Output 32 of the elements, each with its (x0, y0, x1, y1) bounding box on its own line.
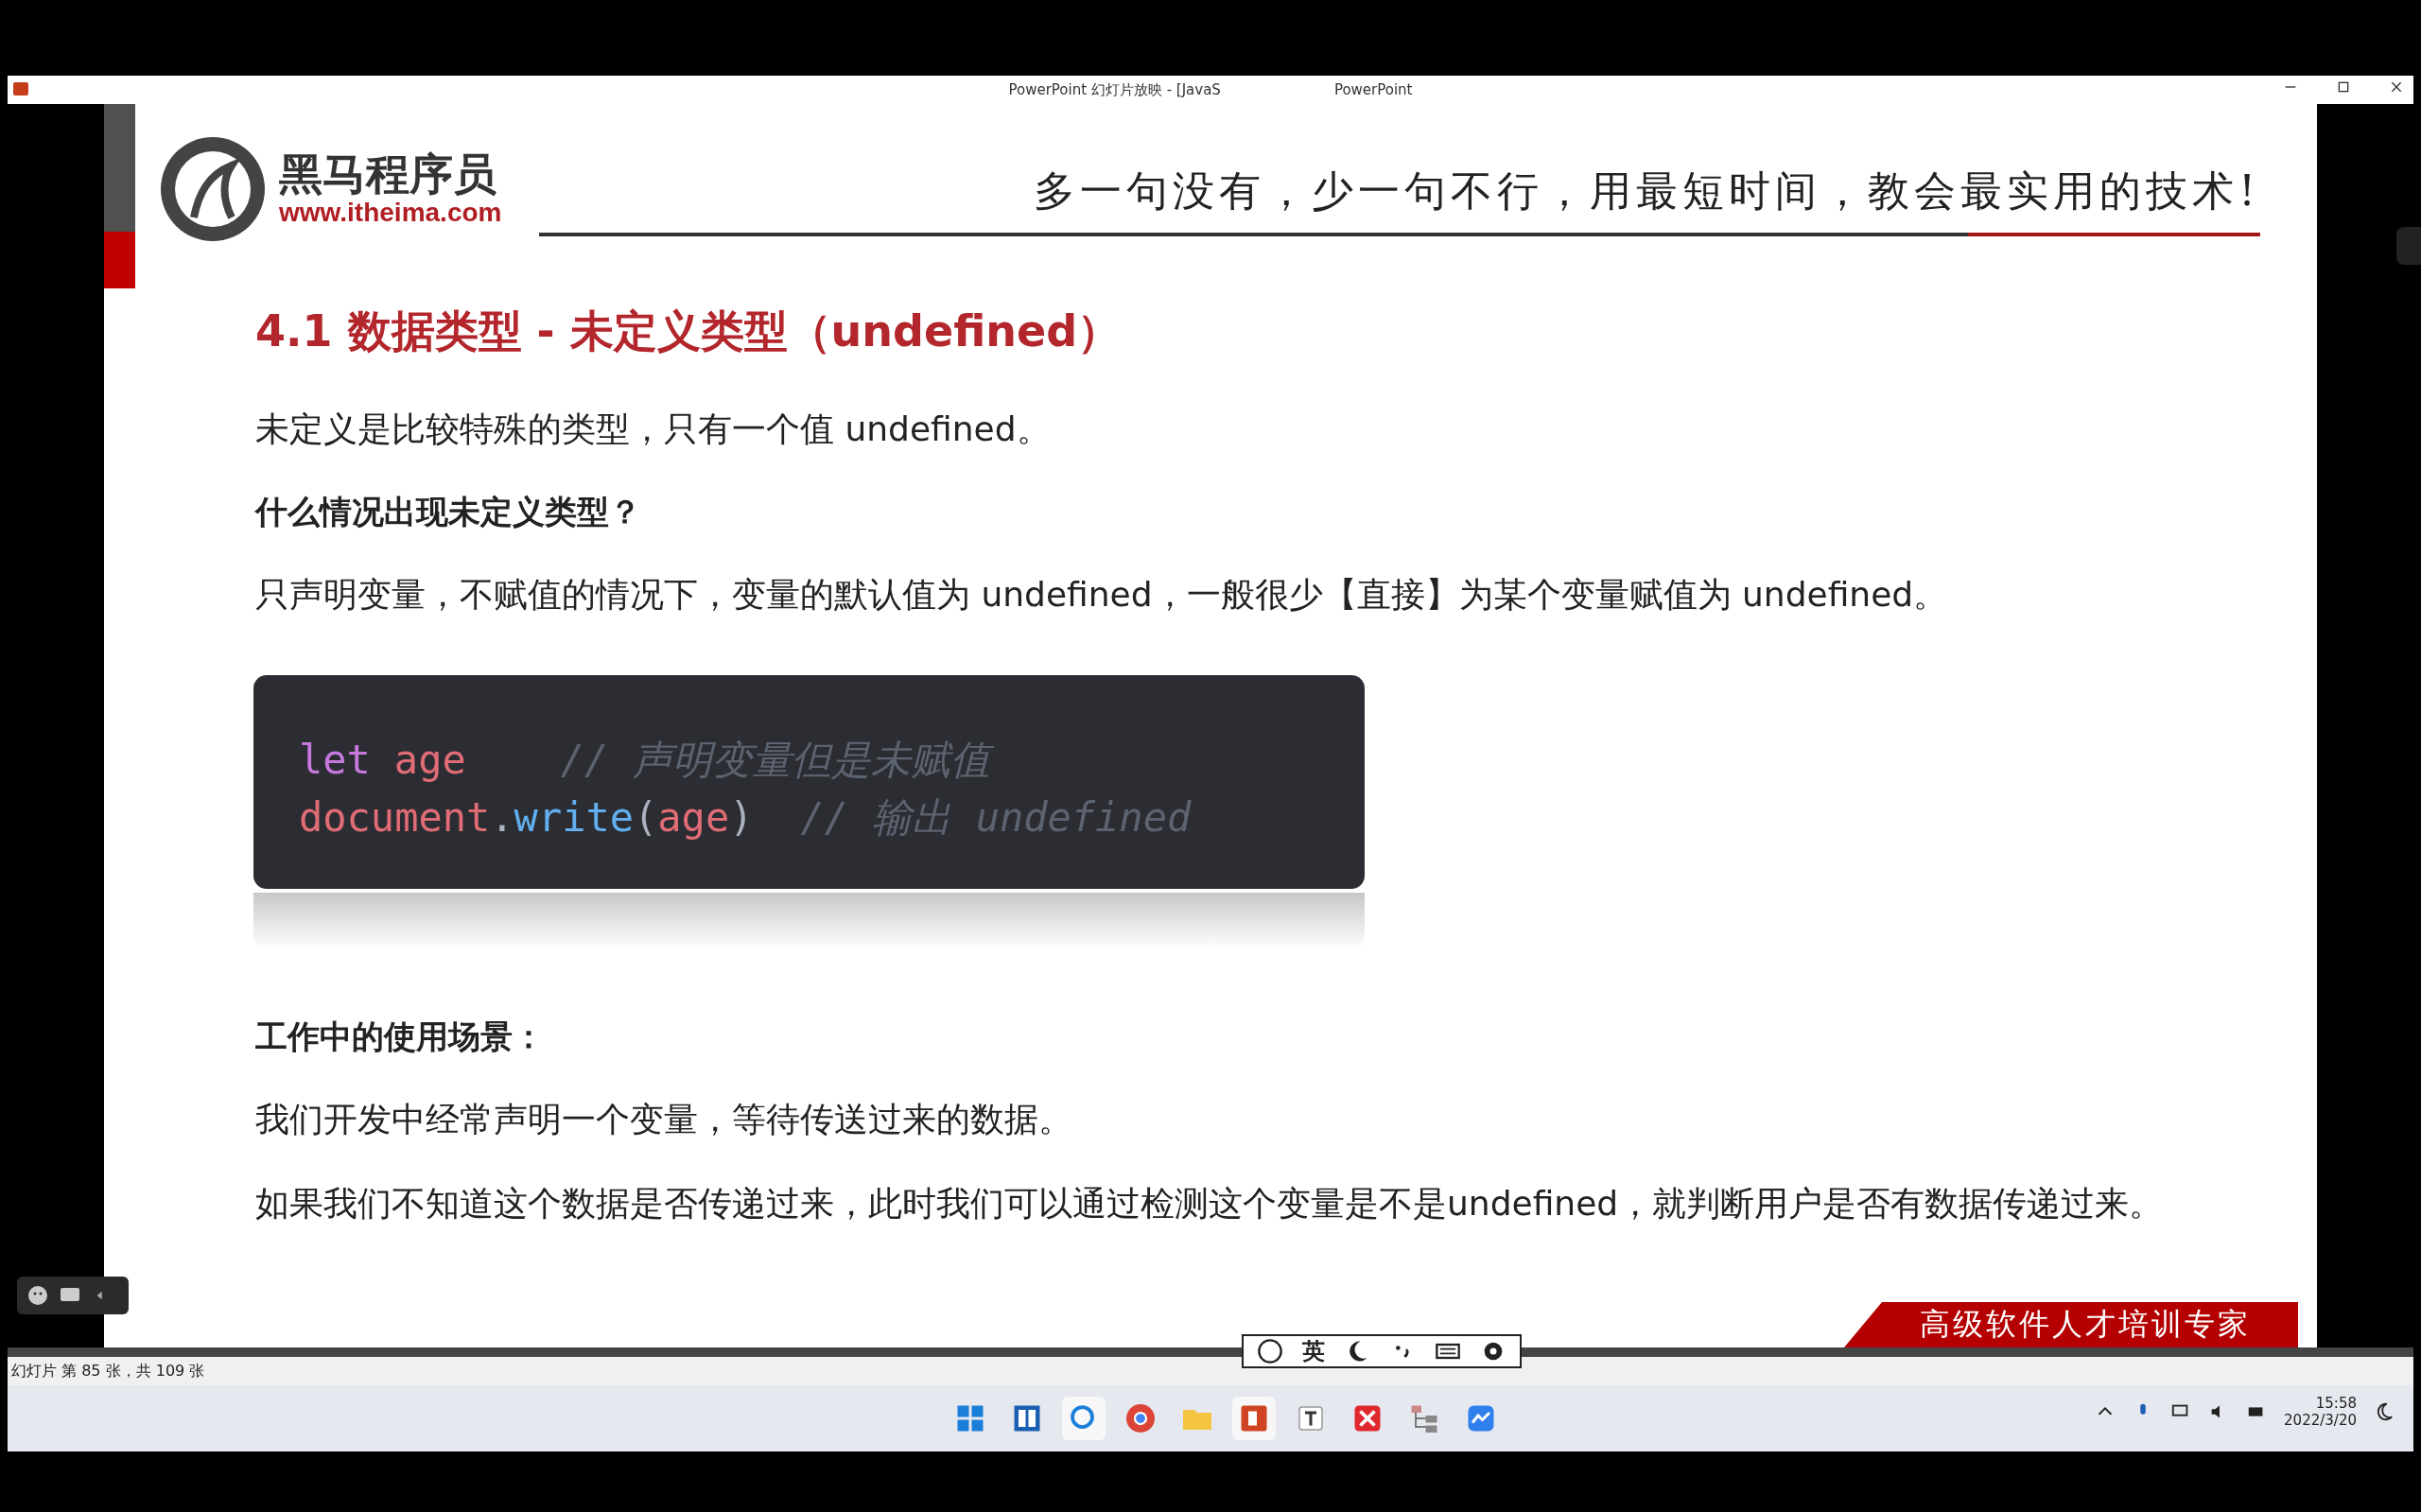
code-token: // 声明变量但是未赋值 (560, 735, 1006, 787)
slide-counter: 幻灯片 第 85 张，共 109 张 (11, 1361, 205, 1382)
ime-logo-icon[interactable] (1257, 1338, 1283, 1364)
code-token: . (490, 792, 514, 843)
ime-mode[interactable]: 英 (1302, 1336, 1325, 1366)
code-token: let (299, 736, 371, 785)
slogan: 多一句没有，少一句不行，用最短时间，教会最实用的技术! (1034, 165, 2260, 217)
window-title: PowerPoint 幻灯片放映 - [JavaS (1008, 80, 1221, 99)
banner-text: 高级软件人才培训专家 (1920, 1305, 2251, 1344)
code-token: ( (634, 792, 658, 843)
paragraph: 我们开发中经常声明一个变量，等待传送过来的数据。 (255, 1098, 1073, 1140)
brand-url: www.itheima.com (279, 198, 502, 229)
clock-time: 15:58 (2315, 1395, 2357, 1412)
paragraph: 如果我们不知道这个数据是否传递过来，此时我们可以通过检测这个变量是不是undefined，就判断用户是否有数据传递过来。 (255, 1182, 2165, 1225)
code-token: document (299, 792, 491, 843)
close-icon[interactable] (2389, 79, 2404, 95)
restore-icon[interactable] (2336, 79, 2351, 95)
smiley-icon[interactable] (26, 1284, 49, 1307)
clock-date: 2022/3/20 (2284, 1412, 2357, 1429)
code-token: ) (729, 792, 754, 843)
paragraph: 只声明变量，不赋值的情况下，变量的默认值为 undefined，一般很少【直接】为某个变量赋值为 undefined。 (255, 574, 1949, 616)
section-heading: 什么情况出现未定义类型？ (255, 492, 642, 532)
code-token: age (657, 792, 730, 843)
browser-icon[interactable] (1123, 1401, 1158, 1435)
code-token: age (393, 736, 466, 785)
brand-name: 黑马程序员 (279, 149, 497, 199)
window-title: PowerPoint (1333, 81, 1413, 98)
code-token: // 输出 undefined (800, 792, 1193, 843)
section-heading: 工作中的使用场景： (255, 1016, 546, 1057)
paragraph: 未定义是比较特殊的类型，只有一个值 undefined。 (255, 408, 1052, 450)
slide-title: 4.1 数据类型 - 未定义类型（undefined） (255, 304, 1123, 358)
code-token: write (514, 792, 635, 843)
